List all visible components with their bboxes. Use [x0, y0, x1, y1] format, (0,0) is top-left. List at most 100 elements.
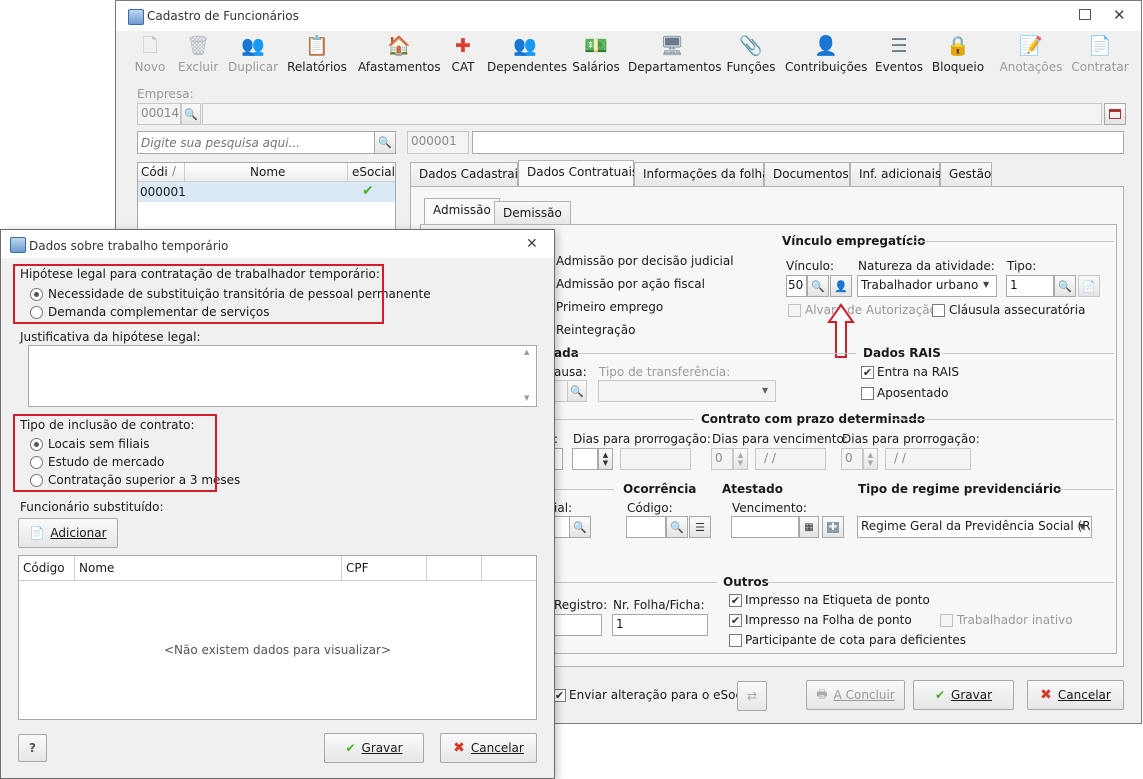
search-button[interactable]: 🔍 [374, 131, 396, 154]
trabalhador-inativo-checkbox[interactable] [940, 614, 953, 627]
toolbar-dependentes-button[interactable]: 👥 Dependentes [487, 34, 567, 80]
restore-icon[interactable] [1079, 9, 1091, 20]
grid-col-cpf[interactable]: CPF [346, 561, 369, 575]
registro-field[interactable] [554, 614, 602, 636]
clausula-checkbox[interactable] [932, 304, 945, 317]
list-col-esocial[interactable]: eSocial [352, 165, 395, 179]
prazo-field-partial[interactable] [554, 448, 563, 470]
employee-name-field[interactable] [472, 131, 1124, 154]
vinculo-field[interactable]: 50 [786, 275, 807, 297]
toolbar-afastamentos-button[interactable]: 🏠 Afastamentos [358, 34, 441, 80]
toolbar-excluir-button[interactable]: 🗑 Excluir [178, 34, 218, 80]
vinculo-user-button[interactable]: 👤 [830, 275, 852, 297]
entra-rais-checkbox[interactable]: ✔ [861, 366, 874, 379]
vinculo-search-button[interactable]: 🔍 [807, 275, 829, 297]
close-icon[interactable]: ✕ [1113, 6, 1126, 24]
tab-informacoes-da-folha[interactable]: Informações da folha [634, 162, 770, 186]
concluir-button[interactable]: 🖶 A Concluir [806, 680, 905, 710]
tab-dados-contratuais[interactable]: Dados Contratuais [518, 160, 638, 187]
esocial-send-button[interactable]: ⇄ [737, 681, 767, 711]
ocorrencia-codigo-field[interactable] [626, 516, 666, 538]
subtab-admissao[interactable]: Admissão [424, 198, 500, 224]
alvara-checkbox[interactable] [788, 304, 801, 317]
trabalhador-inativo-label: Trabalhador inativo [957, 613, 1073, 627]
dias-prorrogacao-date-2[interactable]: / / [885, 448, 971, 470]
toolbar-contribuicoes-button[interactable]: 👤 Contribuições [785, 34, 867, 80]
cota-deficientes-checkbox[interactable] [729, 634, 742, 647]
empresa-search-button[interactable]: 🔍 [181, 103, 201, 125]
tipo-transferencia-select[interactable] [598, 380, 776, 402]
justificativa-textarea[interactable] [28, 345, 537, 407]
dias-prorrogacao-stepper-1[interactable]: ▲ ▼ [598, 448, 613, 470]
toolbar-novo-button[interactable]: 🗋 Novo [132, 34, 168, 80]
etiqueta-ponto-checkbox[interactable]: ✔ [729, 594, 742, 607]
tab-inf-adicionais[interactable]: Inf. adicionais [850, 162, 941, 186]
ocorrencia-partial-field[interactable] [554, 516, 570, 538]
toolbar-relatorios-button[interactable]: 📋 Relatórios [287, 34, 347, 80]
help-button[interactable]: ? [18, 734, 47, 762]
dialog-gravar-button[interactable]: ✔ Gravar [324, 733, 424, 763]
grid-col-nome[interactable]: Nome [79, 561, 114, 575]
scroll-up-icon[interactable]: ▲ [524, 348, 529, 356]
list-col-codigo[interactable]: Códi [141, 165, 168, 179]
empresa-name-field[interactable] [202, 103, 1102, 125]
dias-prorrogacao-field-2[interactable]: 0 [841, 448, 863, 470]
causa-field[interactable] [554, 380, 568, 402]
scroll-down-icon[interactable]: ▼ [524, 394, 529, 402]
close-icon[interactable]: ✕ [526, 236, 538, 252]
vencimento-add-button[interactable]: ✚ [822, 516, 844, 538]
employee-code-field[interactable]: 000001 [407, 131, 469, 154]
toolbar-label: Novo [134, 60, 166, 74]
dias-vencimento-stepper[interactable]: ▲ ▼ [733, 448, 748, 470]
empresa-calendar-button[interactable] [1104, 103, 1126, 125]
vencimento-calendar-button[interactable]: ▦ [799, 516, 819, 538]
tab-gestao[interactable]: Gestão [940, 162, 992, 186]
grid-col-codigo[interactable]: Código [23, 561, 65, 575]
toolbar-bloqueio-button[interactable]: 🔒 Bloqueio [930, 34, 986, 80]
toolbar-salarios-button[interactable]: 💵 Salários [571, 34, 621, 80]
causa-search-button[interactable]: 🔍 [567, 380, 587, 402]
search-input[interactable] [137, 131, 375, 154]
toolbar-duplicar-button[interactable]: 👥 Duplicar [227, 34, 279, 80]
ocorrencia-search-button[interactable]: 🔍 [666, 516, 688, 538]
cancelar-button[interactable]: ✖ Cancelar [1027, 680, 1124, 710]
toolbar-anotacoes-button[interactable]: 📝 Anotações [999, 34, 1063, 80]
ocorrencia-codigo-label: Código: [627, 501, 673, 515]
toolbar-contratar-button[interactable]: 📄 Contratar [1071, 34, 1129, 80]
dialog-cancelar-button[interactable]: ✖ Cancelar [440, 733, 537, 763]
adicionar-button[interactable]: 📄 Adicionar [18, 518, 118, 548]
subtab-demissao[interactable]: Demissão [494, 201, 571, 224]
dias-prorrogacao-stepper-2[interactable]: ▲ ▼ [863, 448, 878, 470]
ocorrencia-list-button[interactable]: ☰ [689, 516, 711, 538]
natureza-select[interactable]: Trabalhador urbano [857, 275, 997, 297]
tipo-extra-button[interactable]: 📄 [1078, 275, 1100, 297]
list-icon: ☰ [695, 520, 705, 534]
ocorrencia-partial-label: ial: [554, 501, 573, 515]
toolbar-funcoes-button[interactable]: 📎 Funções [725, 34, 777, 80]
toolbar-departamentos-button[interactable]: 🖥 Departamentos [628, 34, 722, 80]
tipo-search-button[interactable]: 🔍 [1054, 275, 1076, 297]
toolbar-eventos-button[interactable]: ☰ Eventos [874, 34, 924, 80]
dias-prorrogacao-field-1[interactable] [572, 448, 598, 470]
dias-prorrogacao-date-1[interactable] [620, 448, 691, 470]
dias-vencimento-date[interactable]: / / [755, 448, 826, 470]
people-icon: 👥 [513, 35, 537, 57]
tab-documentos[interactable]: Documentos [764, 162, 850, 186]
vencimento-field[interactable] [731, 516, 799, 538]
gravar-button[interactable]: ✔ Gravar [913, 680, 1014, 710]
folha-ficha-field[interactable]: 1 [612, 614, 708, 636]
folha-ponto-checkbox[interactable]: ✔ [729, 614, 742, 627]
list-col-nome[interactable]: Nome [250, 165, 285, 179]
ocorrencia-section-title: Ocorrência [623, 482, 697, 496]
regime-select[interactable]: Regime Geral da Previdência Social (RGP [857, 516, 1092, 538]
tab-dados-cadastrais[interactable]: Dados Cadastrais [410, 162, 524, 186]
atestado-section-title: Atestado [722, 482, 783, 496]
toolbar-cat-button[interactable]: ✚ CAT [446, 34, 480, 80]
chevron-down-icon: ▼ [983, 280, 990, 289]
aposentado-checkbox[interactable] [861, 387, 874, 400]
dias-vencimento-field[interactable]: 0 [711, 448, 733, 470]
empresa-code-field[interactable]: 00014 [137, 103, 181, 125]
tipo-field[interactable]: 1 [1006, 275, 1054, 297]
ocorrencia-partial-search[interactable]: 🔍 [569, 516, 591, 538]
table-row[interactable]: 000001 ✔ [138, 182, 395, 202]
